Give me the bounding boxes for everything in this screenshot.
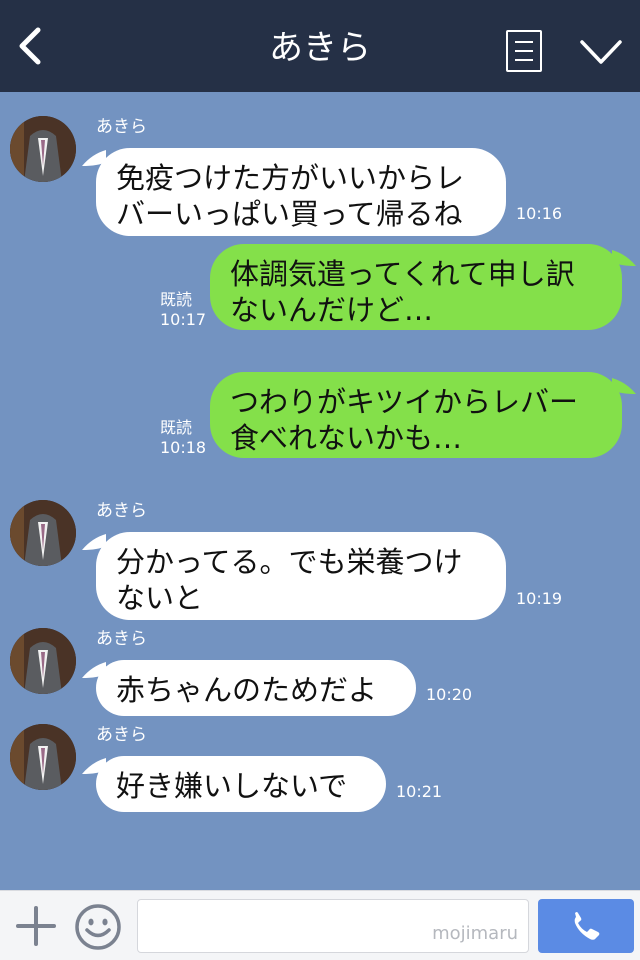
message-bubble[interactable]: 分かってる。でも栄養つけ ないと bbox=[96, 532, 506, 620]
read-receipt: 既読 10:18 bbox=[160, 418, 207, 457]
chat-header: あきら bbox=[0, 0, 640, 92]
avatar[interactable] bbox=[10, 724, 76, 790]
avatar[interactable] bbox=[10, 116, 76, 182]
message-bubble[interactable]: 赤ちゃんのためだよ bbox=[96, 660, 416, 716]
avatar[interactable] bbox=[10, 628, 76, 694]
message-input[interactable]: mojimaru bbox=[137, 899, 529, 953]
smiley-icon[interactable] bbox=[74, 903, 122, 951]
bubble-tail bbox=[612, 250, 636, 266]
chat-title: あきら bbox=[269, 28, 371, 68]
sender-name: あきら bbox=[96, 501, 147, 521]
chevron-down-icon[interactable] bbox=[578, 36, 624, 68]
sender-name: あきら bbox=[96, 629, 147, 649]
chat-area[interactable]: あきら 免疫つけた方がいいからレ バーいっぱい買って帰るね 10:16 既読 10:… bbox=[0, 92, 640, 890]
avatar[interactable] bbox=[10, 500, 76, 566]
sender-name: あきら bbox=[96, 725, 147, 745]
read-receipt: 既読 10:17 bbox=[160, 290, 207, 329]
message-time: 10:20 bbox=[426, 685, 473, 704]
call-button[interactable] bbox=[538, 899, 634, 953]
message-bubble[interactable]: つわりがキツイからレバー 食べれないかも… bbox=[210, 372, 622, 458]
menu-list-icon[interactable] bbox=[506, 30, 542, 72]
plus-icon[interactable] bbox=[14, 904, 58, 948]
watermark: mojimaru bbox=[432, 923, 518, 944]
message-time: 10:21 bbox=[396, 782, 443, 801]
input-bar: mojimaru bbox=[0, 890, 640, 960]
message-bubble[interactable]: 好き嫌いしないで bbox=[96, 756, 386, 812]
bubble-tail bbox=[612, 378, 636, 394]
message-bubble[interactable]: 体調気遣ってくれて申し訳 ないんだけど… bbox=[210, 244, 622, 330]
message-time: 10:19 bbox=[516, 589, 563, 608]
phone-icon bbox=[574, 912, 600, 940]
message-bubble[interactable]: 免疫つけた方がいいからレ バーいっぱい買って帰るね bbox=[96, 148, 506, 236]
message-time: 10:16 bbox=[516, 204, 563, 223]
sender-name: あきら bbox=[96, 117, 147, 137]
